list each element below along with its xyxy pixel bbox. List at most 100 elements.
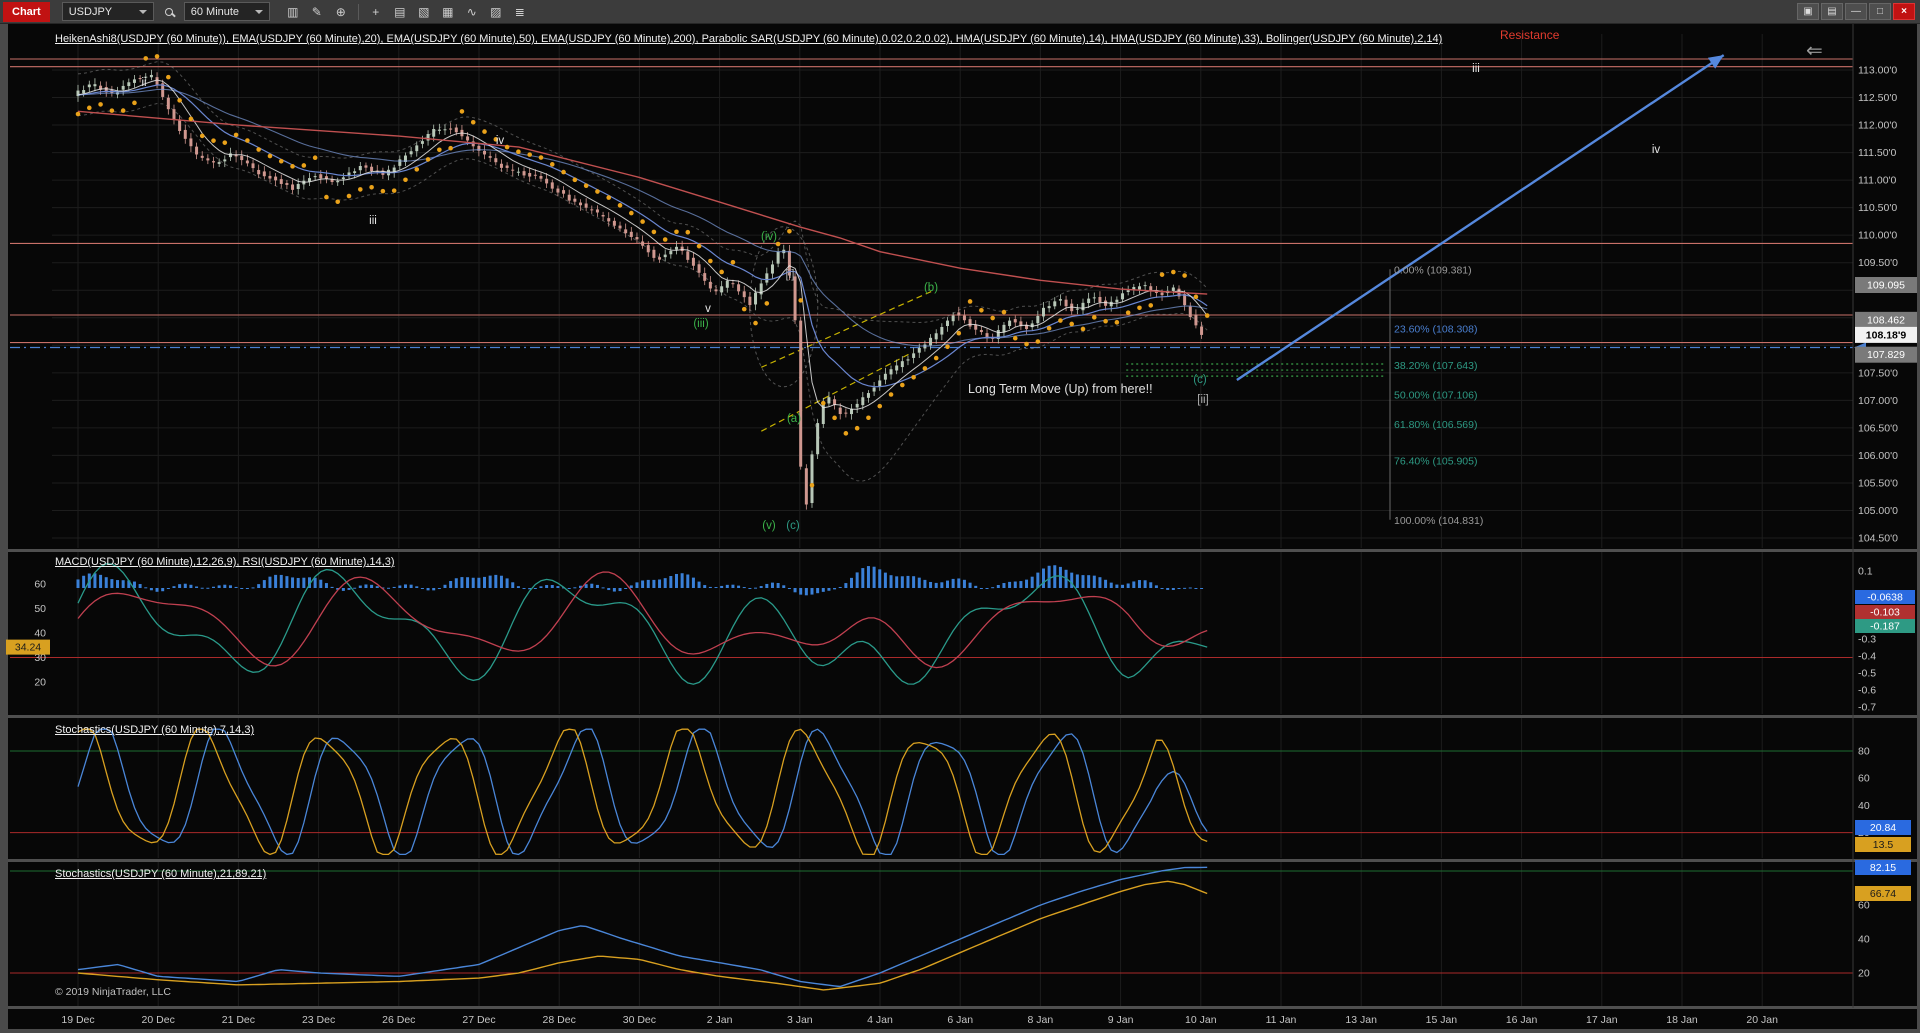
svg-text:6 Jan: 6 Jan [947, 1014, 973, 1026]
snapshot-icon[interactable]: ▤ [389, 2, 411, 21]
svg-text:(iii): (iii) [693, 318, 708, 330]
svg-text:30 Dec: 30 Dec [623, 1014, 656, 1026]
toolbar-icon-row: ▥✎⊕ +▤▧▦∿▨≣ [282, 2, 531, 21]
svg-text:iv: iv [496, 135, 505, 147]
layout-button[interactable]: ▤ [1821, 3, 1843, 20]
main-indicator-label[interactable]: HeikenAshi8(USDJPY (60 Minute)), EMA(USD… [55, 33, 1442, 45]
svg-text:106.00'0: 106.00'0 [1858, 450, 1898, 462]
svg-text:13.5: 13.5 [1873, 839, 1894, 851]
svg-text:20 Dec: 20 Dec [142, 1014, 175, 1026]
svg-text:60: 60 [34, 579, 46, 591]
svg-text:8 Jan: 8 Jan [1028, 1014, 1054, 1026]
svg-text:-0.3: -0.3 [1858, 634, 1876, 646]
svg-text:-0.0638: -0.0638 [1867, 592, 1903, 604]
macd-indicator-label[interactable]: MACD(USDJPY (60 Minute),12,26,9), RSI(US… [55, 556, 395, 568]
svg-text:9 Jan: 9 Jan [1108, 1014, 1134, 1026]
svg-text:108.462: 108.462 [1867, 314, 1905, 326]
svg-text:107.00'0: 107.00'0 [1858, 395, 1898, 407]
svg-text:113.00'0: 113.00'0 [1858, 65, 1897, 77]
svg-text:4 Jan: 4 Jan [867, 1014, 893, 1026]
svg-text:20: 20 [34, 677, 46, 689]
svg-text:40: 40 [34, 628, 46, 640]
crosshair-icon[interactable]: + [365, 2, 387, 21]
svg-text:19 Dec: 19 Dec [61, 1014, 94, 1026]
svg-text:26 Dec: 26 Dec [382, 1014, 415, 1026]
stoch-value-marker: 82.15 [1855, 860, 1911, 875]
svg-text:50: 50 [34, 603, 46, 615]
chevron-down-icon [255, 10, 263, 14]
svg-text:61.80% (106.569): 61.80% (106.569) [1394, 419, 1477, 431]
properties-icon[interactable]: ≣ [509, 2, 531, 21]
toolbar-separator [358, 4, 359, 20]
svg-text:109.50'0: 109.50'0 [1858, 257, 1898, 269]
svg-text:66.74: 66.74 [1870, 888, 1896, 900]
svg-text:(a): (a) [787, 413, 801, 425]
svg-text:23 Dec: 23 Dec [302, 1014, 335, 1026]
svg-text:3 Jan: 3 Jan [787, 1014, 813, 1026]
macd-value-marker: -0.187 [1855, 619, 1915, 633]
svg-text:104.50'0: 104.50'0 [1858, 532, 1898, 544]
rsi-value-marker: 34.24 [6, 640, 50, 655]
price-marker: 108.18'9 [1855, 327, 1917, 343]
zoom-in-icon[interactable]: ⊕ [330, 2, 352, 21]
window-controls: ▣▤—□× [1797, 3, 1917, 20]
svg-text:100.00% (104.831): 100.00% (104.831) [1394, 515, 1483, 527]
svg-text:17 Jan: 17 Jan [1586, 1014, 1618, 1026]
scroll-left-arrow-icon[interactable]: ⇐ [1806, 38, 1823, 63]
svg-text:(c): (c) [1193, 374, 1207, 386]
svg-text:-0.4: -0.4 [1858, 651, 1876, 663]
search-icon [165, 8, 173, 16]
indicator-icon[interactable]: ∿ [461, 2, 483, 21]
chart-canvas[interactable]: iiiiiivv(iii)(iv)[i](b)(a)(v)(c)(c)[ii]i… [0, 0, 1920, 1033]
svg-text:-0.5: -0.5 [1858, 668, 1876, 680]
svg-text:21 Dec: 21 Dec [222, 1014, 255, 1026]
data-grid-icon[interactable]: ▦ [437, 2, 459, 21]
svg-text:(iv): (iv) [761, 231, 777, 243]
price-marker: 107.829 [1855, 347, 1917, 363]
svg-text:106.50'0: 106.50'0 [1858, 422, 1898, 434]
chart-background[interactable] [8, 24, 1917, 1029]
svg-text:iv: iv [1652, 144, 1661, 156]
stoch-slow-indicator-label[interactable]: Stochastics(USDJPY (60 Minute),21,89,21) [55, 868, 266, 880]
svg-text:27 Dec: 27 Dec [462, 1014, 495, 1026]
svg-text:(v): (v) [762, 520, 776, 532]
svg-text:10 Jan: 10 Jan [1185, 1014, 1217, 1026]
drawing-tools-icon[interactable]: ✎ [306, 2, 328, 21]
toolbar: Chart USDJPY 60 Minute ▥✎⊕+▤▧▦∿▨≣ ▣▤—□× [0, 0, 1920, 24]
svg-text:13 Jan: 13 Jan [1345, 1014, 1377, 1026]
svg-text:108.18'9: 108.18'9 [1866, 329, 1907, 341]
svg-text:23.60% (108.308): 23.60% (108.308) [1394, 323, 1477, 335]
search-button[interactable] [158, 2, 180, 21]
svg-text:-0.7: -0.7 [1858, 702, 1876, 714]
chart-tab[interactable]: Chart [3, 2, 50, 22]
copyright-label: © 2019 NinjaTrader, LLC [55, 986, 171, 998]
price-marker: 108.462 [1855, 312, 1917, 328]
region-highlight-icon[interactable]: ▧ [413, 2, 435, 21]
macd-value-marker: -0.103 [1855, 605, 1915, 619]
svg-text:20 Jan: 20 Jan [1746, 1014, 1778, 1026]
svg-text:0.1: 0.1 [1858, 566, 1873, 578]
price-marker: 109.095 [1855, 277, 1917, 293]
svg-text:80: 80 [1858, 746, 1870, 758]
svg-text:109.095: 109.095 [1867, 280, 1905, 292]
resistance-label: Resistance [1500, 28, 1559, 42]
dock-window-button[interactable]: ▣ [1797, 3, 1819, 20]
ninjatrader-chart-window: { "window": { "buttons": [ {"name":"dock… [0, 0, 1920, 1033]
svg-text:11 Jan: 11 Jan [1266, 1014, 1297, 1026]
svg-text:18 Jan: 18 Jan [1666, 1014, 1698, 1026]
instrument-dropdown[interactable]: USDJPY [62, 2, 154, 21]
maximize-button[interactable]: □ [1869, 3, 1891, 20]
svg-text:50.00% (107.106): 50.00% (107.106) [1394, 390, 1477, 402]
svg-text:40: 40 [1858, 800, 1870, 812]
minimize-button[interactable]: — [1845, 3, 1867, 20]
interval-value: 60 Minute [191, 6, 239, 18]
svg-text:-0.103: -0.103 [1870, 607, 1900, 619]
stoch-value-marker: 20.84 [1855, 820, 1911, 835]
svg-text:[ii]: [ii] [1197, 394, 1209, 406]
close-button[interactable]: × [1893, 3, 1915, 20]
chart-style-icon[interactable]: ▥ [282, 2, 304, 21]
stoch-fast-indicator-label[interactable]: Stochastics(USDJPY (60 Minute),7,14,3) [55, 724, 254, 736]
template-icon[interactable]: ▨ [485, 2, 507, 21]
svg-text:112.00'0: 112.00'0 [1858, 120, 1897, 132]
interval-dropdown[interactable]: 60 Minute [184, 2, 270, 21]
